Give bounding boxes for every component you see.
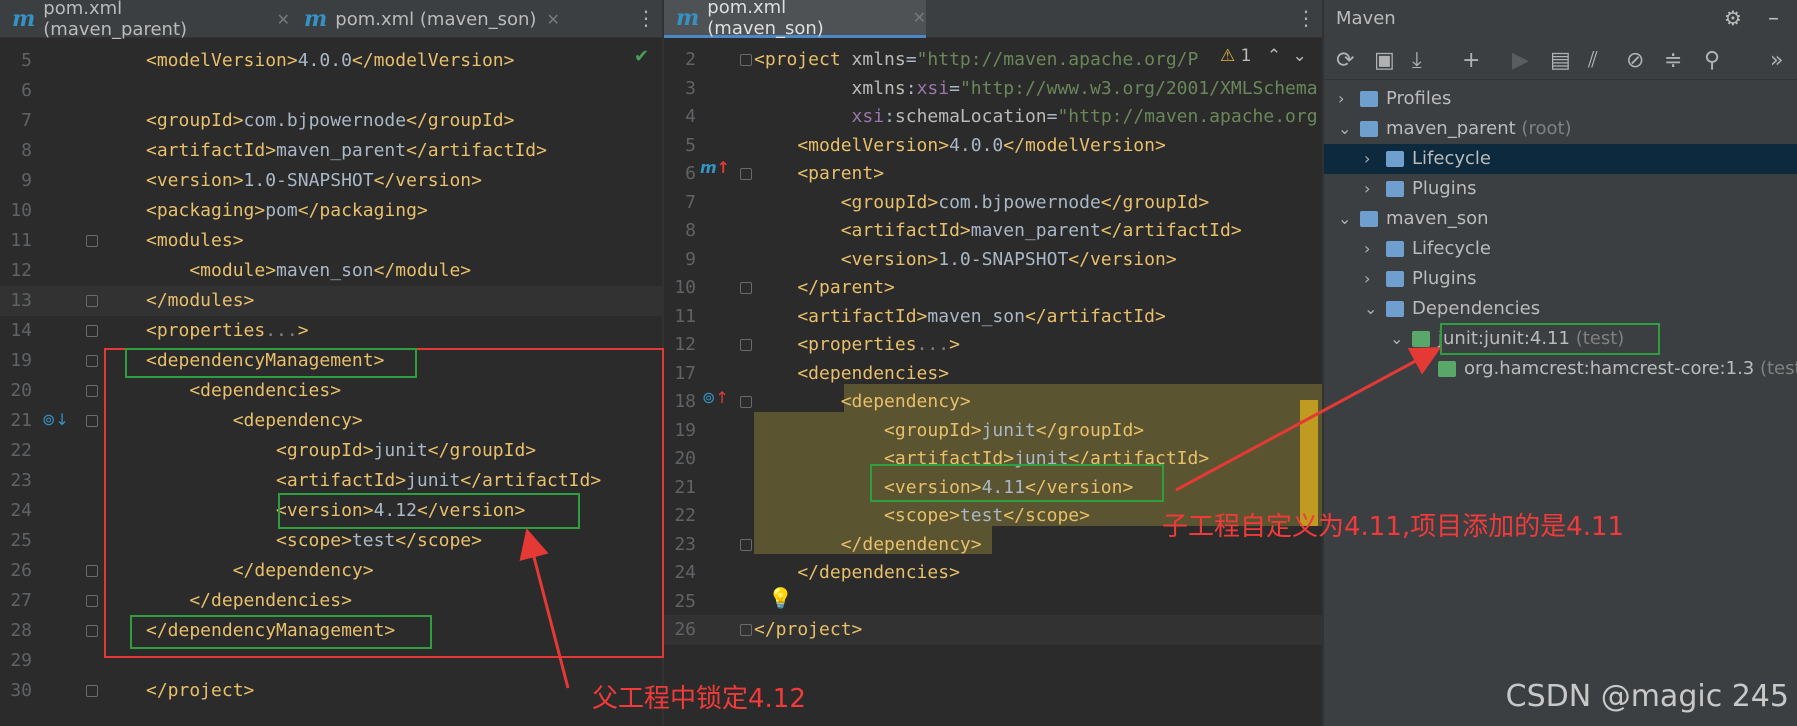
annotation-arrows — [519, 347, 1442, 689]
parent-annotation: 父工程中锁定4.12 — [592, 684, 806, 714]
son-annotation: 子工程自定义为4.11,项目添加的是4.11 — [1162, 512, 1625, 542]
son-arrow — [1175, 347, 1442, 492]
watermark: CSDN @magic 245 — [1505, 679, 1789, 714]
parent-arrow — [519, 528, 570, 689]
